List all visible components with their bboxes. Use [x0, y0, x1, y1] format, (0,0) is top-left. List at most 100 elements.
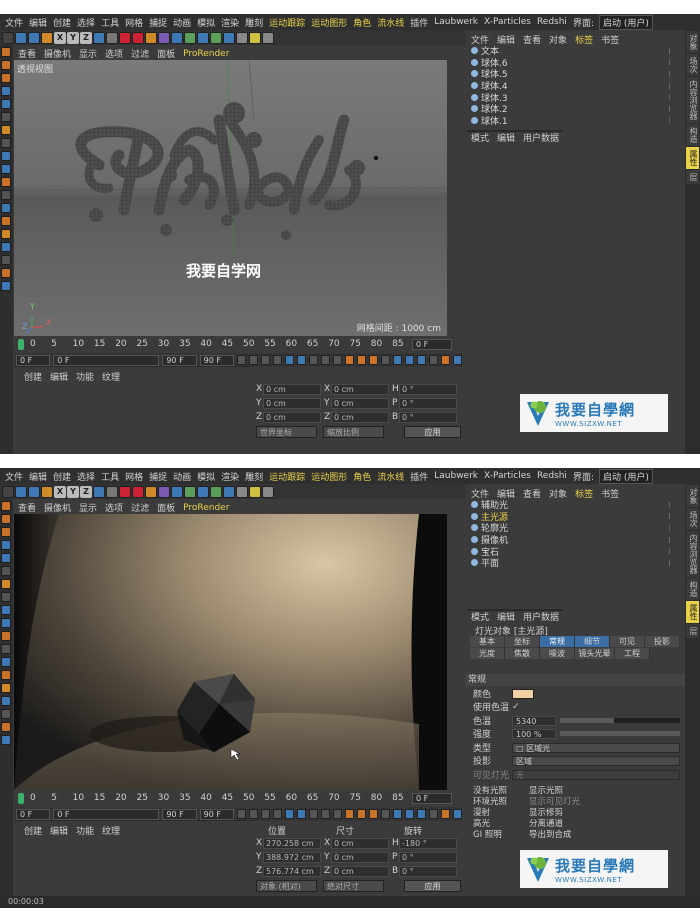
- object-visibility-dots[interactable]: [669, 117, 685, 124]
- axis-lock-z-button[interactable]: Z: [80, 31, 92, 44]
- right-tab[interactable]: 构造: [686, 124, 699, 146]
- left-tool-icon[interactable]: [1, 592, 11, 602]
- toolbar-tool-icon[interactable]: [262, 31, 274, 44]
- menu-item[interactable]: 选择: [74, 16, 98, 29]
- left-tool-icon[interactable]: [1, 501, 11, 511]
- object-row[interactable]: 主光源: [467, 511, 685, 523]
- right-tab[interactable]: 对象: [686, 31, 699, 53]
- left-tool-icon[interactable]: [1, 73, 11, 83]
- menu-item[interactable]: 工具: [98, 470, 122, 483]
- playback-button[interactable]: [308, 355, 318, 365]
- playback-button[interactable]: [452, 355, 462, 365]
- object-row[interactable]: 球体.2: [467, 103, 685, 115]
- left-tool-icon[interactable]: [1, 86, 11, 96]
- end-frame-field[interactable]: 90 F: [199, 354, 234, 366]
- coordinate-value-field[interactable]: 0 °: [399, 865, 457, 877]
- object-visibility-dots[interactable]: [669, 82, 685, 89]
- material-menu-item[interactable]: 纹理: [98, 824, 124, 837]
- playback-button[interactable]: [248, 809, 258, 819]
- playback-button[interactable]: [392, 809, 402, 819]
- left-tool-icon[interactable]: [1, 709, 11, 719]
- light-tab[interactable]: 焦散: [505, 648, 540, 659]
- coordinate-value-field[interactable]: 388.972 cm: [263, 851, 321, 863]
- toolbar-tool-icon[interactable]: [2, 31, 14, 44]
- object-visibility-dots[interactable]: [669, 501, 685, 508]
- object-row[interactable]: 球体.5: [467, 68, 685, 80]
- object-row[interactable]: 球体.4: [467, 80, 685, 92]
- menu-item[interactable]: 插件: [407, 16, 431, 29]
- viewport-menu-item[interactable]: 选项: [101, 501, 127, 514]
- toolbar-tool-icon[interactable]: [106, 31, 118, 44]
- coordinate-value-field[interactable]: 0 °: [399, 411, 457, 423]
- toolbar-tool-icon[interactable]: [132, 31, 144, 44]
- attribute-menu-item[interactable]: 编辑: [493, 131, 519, 144]
- material-menu-item[interactable]: 创建: [20, 824, 46, 837]
- material-menu-item[interactable]: 纹理: [98, 370, 124, 383]
- toolbar-tool-icon[interactable]: [223, 485, 235, 498]
- menu-item[interactable]: 选择: [74, 470, 98, 483]
- left-tool-icon[interactable]: [1, 281, 11, 291]
- toolbar-tool-icon[interactable]: [158, 485, 170, 498]
- left-tool-icon[interactable]: [1, 164, 11, 174]
- left-tool-icon[interactable]: [1, 670, 11, 680]
- menu-item[interactable]: 运动图形: [308, 470, 350, 483]
- toolbar-tool-icon[interactable]: [132, 485, 144, 498]
- right-tab[interactable]: 属性: [686, 601, 699, 623]
- material-menu-item[interactable]: 编辑: [46, 824, 72, 837]
- coordinate-value-field[interactable]: 0 cm: [263, 383, 321, 395]
- object-manager-menu-item[interactable]: 对象: [545, 33, 571, 46]
- left-tool-icon[interactable]: [1, 177, 11, 187]
- object-manager-menu-item[interactable]: 标签: [571, 33, 597, 46]
- menu-item[interactable]: Redshi: [534, 17, 570, 27]
- type-dropdown[interactable]: □ 区域光: [512, 742, 680, 753]
- timeline-frame-field[interactable]: 0 F: [412, 339, 452, 350]
- playhead-marker[interactable]: [18, 793, 24, 804]
- playback-button[interactable]: [356, 809, 366, 819]
- menu-item[interactable]: 插件: [407, 470, 431, 483]
- light-tab[interactable]: 坐标: [505, 636, 540, 647]
- left-tool-icon[interactable]: [1, 125, 11, 135]
- menu-item[interactable]: 动画: [170, 470, 194, 483]
- attribute-menu-item[interactable]: 用户数据: [519, 610, 563, 623]
- playback-button[interactable]: [260, 355, 270, 365]
- object-row[interactable]: 辅助光: [467, 499, 685, 511]
- object-row[interactable]: 平面: [467, 557, 685, 569]
- toolbar-tool-icon[interactable]: [93, 31, 105, 44]
- right-tab[interactable]: 内容浏览器: [686, 77, 699, 123]
- menu-item[interactable]: 雕刻: [242, 470, 266, 483]
- menu-item[interactable]: 渲染: [218, 16, 242, 29]
- left-tool-icon[interactable]: [1, 735, 11, 745]
- object-visibility-dots[interactable]: [669, 94, 685, 101]
- coordinate-space-dropdown[interactable]: 对象 (相对): [256, 880, 317, 892]
- menu-item[interactable]: 创建: [50, 470, 74, 483]
- playback-button[interactable]: [368, 809, 378, 819]
- menu-item[interactable]: 流水线: [374, 470, 407, 483]
- toolbar-tool-icon[interactable]: [93, 485, 105, 498]
- playback-button[interactable]: [404, 355, 414, 365]
- playback-button[interactable]: [344, 355, 354, 365]
- right-tab[interactable]: 场次: [686, 508, 699, 530]
- playback-button[interactable]: [272, 355, 282, 365]
- start-frame-field[interactable]: 0 F: [16, 354, 51, 366]
- playhead-marker[interactable]: [18, 339, 24, 350]
- left-tool-icon[interactable]: [1, 60, 11, 70]
- toolbar-tool-icon[interactable]: [41, 31, 53, 44]
- playback-button[interactable]: [332, 355, 342, 365]
- object-visibility-dots[interactable]: [669, 105, 685, 112]
- playback-button[interactable]: [368, 355, 378, 365]
- axis-lock-x-button[interactable]: X: [54, 31, 66, 44]
- menu-item[interactable]: 运动跟踪: [266, 470, 308, 483]
- preview-range-bar[interactable]: 0 F: [53, 354, 160, 366]
- checkbox-option[interactable]: 导出到合成: [521, 828, 593, 840]
- layout-dropdown[interactable]: 启动 (用户): [598, 468, 653, 484]
- object-manager-menu-item[interactable]: 对象: [545, 487, 571, 500]
- toolbar-tool-icon[interactable]: [41, 485, 53, 498]
- playback-button[interactable]: [344, 809, 354, 819]
- toolbar-tool-icon[interactable]: [197, 31, 209, 44]
- viewport-menu-prorender[interactable]: ProRender: [179, 503, 233, 513]
- toolbar-tool-icon[interactable]: [223, 31, 235, 44]
- left-tool-icon[interactable]: [1, 579, 11, 589]
- object-row[interactable]: 球体.6: [467, 57, 685, 69]
- object-manager-menu-item[interactable]: 书签: [597, 33, 623, 46]
- toolbar-tool-icon[interactable]: [28, 485, 40, 498]
